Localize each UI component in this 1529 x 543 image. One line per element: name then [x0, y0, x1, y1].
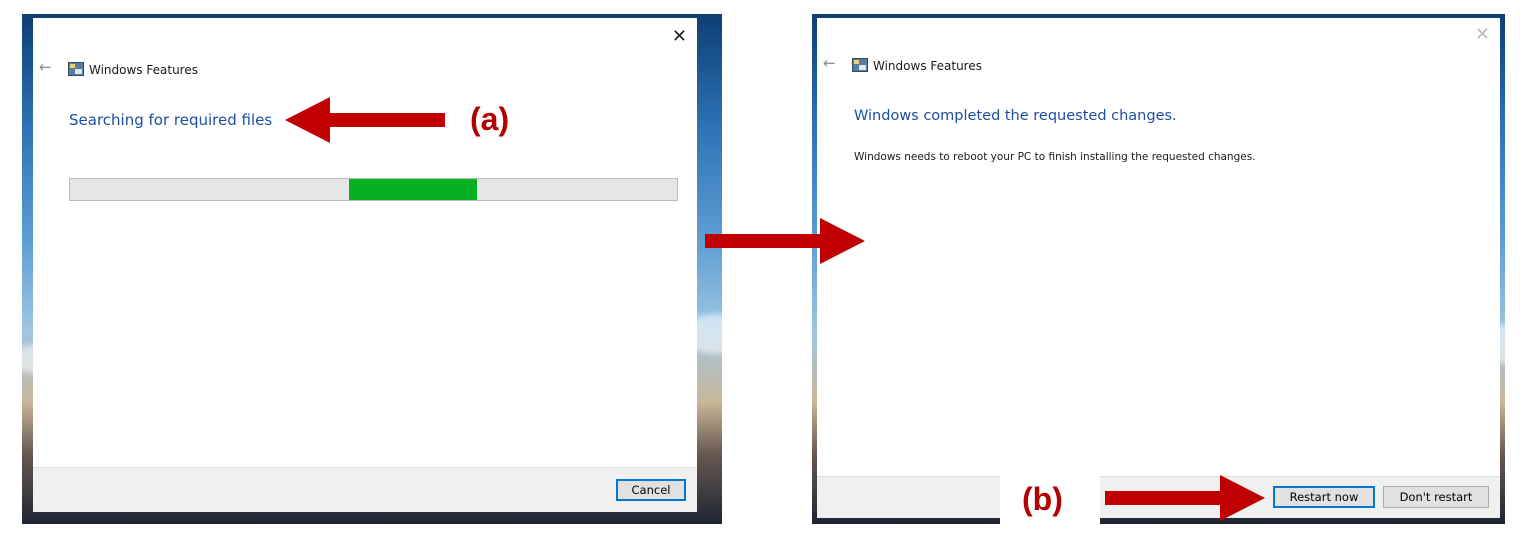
- annotation-arrow-a: [285, 97, 445, 143]
- reboot-message: Windows needs to reboot your PC to finis…: [854, 151, 1256, 163]
- back-arrow-icon[interactable]: ←: [39, 58, 52, 76]
- windows-features-dialog-searching: ← Windows Features ✕ Searching for requi…: [33, 18, 697, 512]
- progress-bar: [69, 178, 678, 201]
- restart-now-button[interactable]: Restart now: [1273, 486, 1375, 508]
- close-icon[interactable]: ✕: [672, 26, 687, 47]
- dialog-footer: Cancel: [33, 467, 697, 512]
- arrow-b-shape: [1105, 475, 1265, 521]
- annotation-label-a: (a): [470, 101, 510, 137]
- progress-bar-fill: [349, 179, 477, 200]
- windows-features-dialog-completed: ← Windows Features ✕ Windows completed t…: [817, 18, 1500, 518]
- arrow-transition-shape: [705, 218, 865, 264]
- window-title: Windows Features: [873, 59, 982, 73]
- title-bar: ← Windows Features ✕: [817, 18, 1500, 88]
- completion-heading: Windows completed the requested changes.: [854, 108, 1177, 124]
- status-heading: Searching for required files: [69, 111, 273, 129]
- cancel-button[interactable]: Cancel: [616, 479, 686, 501]
- dont-restart-button[interactable]: Don't restart: [1383, 486, 1489, 508]
- annotation-arrow-b: [1105, 475, 1265, 521]
- annotation-arrow-transition: [705, 218, 865, 264]
- windows-features-app-icon: [68, 62, 84, 76]
- window-title: Windows Features: [89, 63, 198, 77]
- annotation-label-b: (b): [1022, 481, 1063, 517]
- title-bar: ← Windows Features ✕: [33, 18, 697, 88]
- back-arrow-icon[interactable]: ←: [823, 54, 836, 72]
- arrow-a-shape: [285, 97, 445, 143]
- close-icon[interactable]: ✕: [1475, 24, 1490, 45]
- windows-features-app-icon: [852, 58, 868, 72]
